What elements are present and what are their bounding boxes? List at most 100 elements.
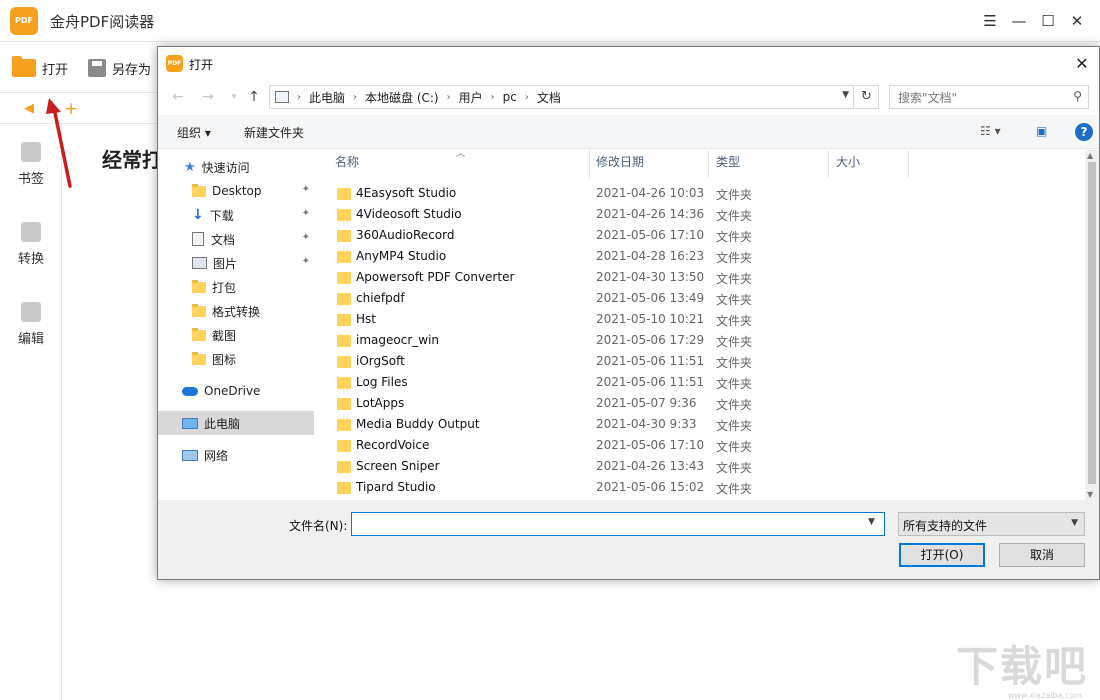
cloud-icon xyxy=(182,387,198,396)
table-row[interactable]: chiefpdf2021-05-06 13:49文件夹 xyxy=(318,288,1078,309)
file-type: 文件夹 xyxy=(716,333,752,350)
organize-button[interactable]: 组织 ▾ xyxy=(177,124,211,141)
file-list: 名称 ︿ 修改日期 类型 大小 4Easysoft Studio2021-04-… xyxy=(318,150,1085,500)
open-button[interactable]: 打开 xyxy=(12,57,68,79)
new-folder-button[interactable]: 新建文件夹 xyxy=(244,124,304,141)
scroll-down-icon[interactable]: ▼ xyxy=(1087,490,1093,499)
table-row[interactable]: Log Files2021-05-06 11:51文件夹 xyxy=(318,372,1078,393)
dialog-logo: PDF xyxy=(166,55,183,72)
nav-item-downloads[interactable]: ↓ 下载 ✦ xyxy=(158,203,314,227)
nav-item-onedrive[interactable]: OneDrive xyxy=(158,379,314,403)
save-as-button[interactable]: 另存为 xyxy=(88,57,151,79)
open-file-button[interactable]: 打开(O) xyxy=(899,543,985,567)
help-icon[interactable]: ? xyxy=(1075,123,1093,141)
breadcrumb-c-drive[interactable]: 本地磁盘 (C:) xyxy=(365,89,439,106)
forward-arrow-icon[interactable]: → xyxy=(198,87,218,107)
table-row[interactable]: Apowersoft PDF Converter2021-04-30 13:50… xyxy=(318,267,1078,288)
file-type: 文件夹 xyxy=(716,480,752,497)
breadcrumb-documents[interactable]: 文档 xyxy=(537,89,561,106)
file-name: Media Buddy Output xyxy=(356,417,480,431)
nav-item-pictures[interactable]: 图片 ✦ xyxy=(158,251,314,275)
dialog-close-icon[interactable]: ✕ xyxy=(1069,51,1095,77)
sort-ascending-icon: ︿ xyxy=(456,150,465,159)
breadcrumb-this-pc[interactable]: 此电脑 xyxy=(309,89,345,106)
filename-input[interactable] xyxy=(351,512,885,536)
table-row[interactable]: LotApps2021-05-07 9:36文件夹 xyxy=(318,393,1078,414)
file-name: LotApps xyxy=(356,396,404,410)
sidebar-item-convert[interactable]: 转换 xyxy=(0,222,62,267)
folder-icon xyxy=(337,440,351,452)
picture-icon xyxy=(192,257,207,269)
view-options-icon[interactable]: ☷ ▾ xyxy=(980,124,1001,138)
table-row[interactable]: Tipard Studio2021-05-06 15:02文件夹 xyxy=(318,477,1078,498)
maximize-icon[interactable]: ☐ xyxy=(1035,8,1061,34)
table-row[interactable]: imageocr_win2021-05-06 17:29文件夹 xyxy=(318,330,1078,351)
filename-dropdown-icon[interactable]: ▼ xyxy=(868,517,875,527)
search-input[interactable]: 搜索"文档" ⚲ xyxy=(889,85,1089,109)
up-arrow-icon[interactable]: ↑ xyxy=(244,87,264,107)
column-header-date[interactable]: 修改日期 xyxy=(589,150,709,178)
file-date: 2021-05-06 17:10 xyxy=(596,438,704,452)
table-row[interactable]: Media Buddy Output2021-04-30 9:33文件夹 xyxy=(318,414,1078,435)
refresh-icon[interactable]: ↻ xyxy=(855,85,879,109)
nav-item-this-pc[interactable]: 此电脑 xyxy=(158,411,314,435)
back-arrow-icon[interactable]: ← xyxy=(168,87,188,107)
nav-item-desktop[interactable]: Desktop ✦ xyxy=(158,179,314,203)
column-header-size[interactable]: 大小 xyxy=(829,150,909,178)
nav-item-pack[interactable]: 打包 xyxy=(158,275,314,299)
folder-icon xyxy=(337,251,351,263)
file-date: 2021-04-30 13:50 xyxy=(596,270,704,284)
column-header-type[interactable]: 类型 xyxy=(709,150,829,178)
table-row[interactable]: AnyMP4 Studio2021-04-28 16:23文件夹 xyxy=(318,246,1078,267)
breadcrumb-users[interactable]: 用户 xyxy=(459,89,483,106)
file-date: 2021-04-26 13:43 xyxy=(596,459,704,473)
close-icon[interactable]: ✕ xyxy=(1064,8,1090,34)
file-type: 文件夹 xyxy=(716,186,752,203)
cancel-button[interactable]: 取消 xyxy=(999,543,1085,567)
file-type-select[interactable]: 所有支持的文件 ▼ xyxy=(898,512,1085,536)
address-dropdown-icon[interactable]: ▼ xyxy=(842,90,849,100)
table-row[interactable]: Hst2021-05-10 10:21文件夹 xyxy=(318,309,1078,330)
collapse-icon[interactable]: ◀ xyxy=(24,101,34,116)
nav-item-network[interactable]: 网络 xyxy=(158,443,314,467)
file-name: 4Videosoft Studio xyxy=(356,207,462,221)
table-row[interactable]: Screen Sniper2021-04-26 13:43文件夹 xyxy=(318,456,1078,477)
nav-item-label: 下载 xyxy=(210,207,234,224)
table-row[interactable]: RecordVoice2021-05-06 17:10文件夹 xyxy=(318,435,1078,456)
open-file-dialog: PDF 打开 ✕ ← → ▾ ↑ › 此电脑 › 本地磁盘 (C:) › 用户 … xyxy=(157,46,1100,580)
app-titlebar: PDF 金舟PDF阅读器 ☰ — ☐ ✕ xyxy=(0,0,1100,42)
pin-icon: ✦ xyxy=(302,232,310,243)
nav-item-icons[interactable]: 图标 xyxy=(158,347,314,371)
recent-chevron-icon[interactable]: ▾ xyxy=(224,87,244,107)
file-list-scrollbar[interactable]: ▲ ▼ xyxy=(1085,150,1099,500)
sidebar-item-edit[interactable]: 编辑 xyxy=(0,302,62,347)
nav-item-format-convert[interactable]: 格式转换 xyxy=(158,299,314,323)
folder-icon xyxy=(337,272,351,284)
nav-item-label: OneDrive xyxy=(204,384,260,398)
table-row[interactable]: 4Videosoft Studio2021-04-26 14:36文件夹 xyxy=(318,204,1078,225)
folder-icon xyxy=(337,188,351,200)
nav-item-label: 此电脑 xyxy=(204,415,240,432)
folder-icon xyxy=(337,398,351,410)
breadcrumb-pc[interactable]: pc xyxy=(503,90,517,104)
app-logo: PDF xyxy=(10,7,38,35)
menu-icon[interactable]: ☰ xyxy=(977,8,1003,34)
nav-item-label: 图片 xyxy=(213,255,237,272)
address-bar[interactable]: › 此电脑 › 本地磁盘 (C:) › 用户 › pc › 文档 ▼ xyxy=(269,85,854,109)
nav-item-quick-access[interactable]: ★ 快速访问 xyxy=(158,155,314,179)
folder-icon xyxy=(192,306,206,317)
app-sidebar: 书签 转换 编辑 xyxy=(0,124,62,700)
table-row[interactable]: 360AudioRecord2021-05-06 17:10文件夹 xyxy=(318,225,1078,246)
preview-pane-icon[interactable]: ▣ xyxy=(1036,124,1047,138)
nav-item-screenshots[interactable]: 截图 xyxy=(158,323,314,347)
file-name: chiefpdf xyxy=(356,291,405,305)
scrollbar-thumb[interactable] xyxy=(1088,162,1096,484)
scroll-up-icon[interactable]: ▲ xyxy=(1087,151,1093,160)
minimize-icon[interactable]: — xyxy=(1006,8,1032,34)
file-date: 2021-05-06 13:49 xyxy=(596,291,704,305)
pin-icon: ✦ xyxy=(302,208,310,219)
table-row[interactable]: iOrgSoft2021-05-06 11:51文件夹 xyxy=(318,351,1078,372)
nav-item-documents[interactable]: 文档 ✦ xyxy=(158,227,314,251)
file-type: 文件夹 xyxy=(716,438,752,455)
table-row[interactable]: 4Easysoft Studio2021-04-26 10:03文件夹 xyxy=(318,183,1078,204)
